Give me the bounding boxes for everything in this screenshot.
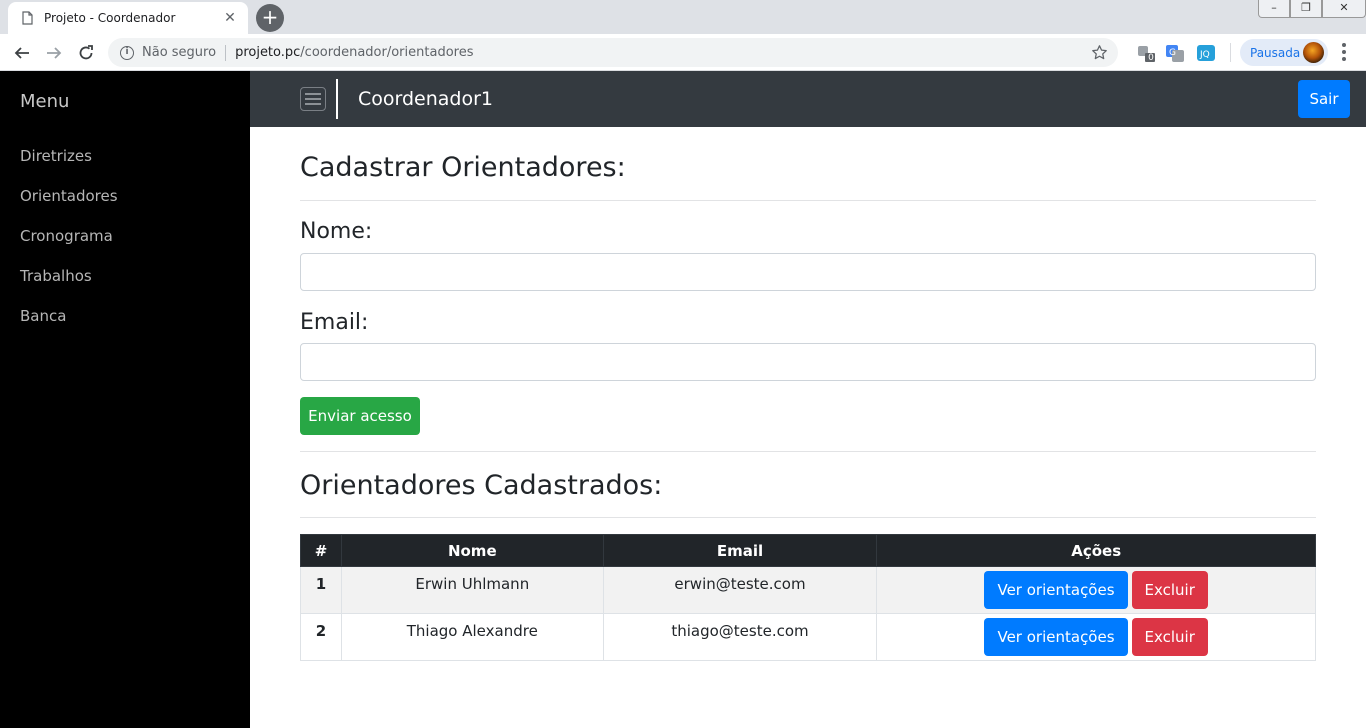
- send-access-button[interactable]: Enviar acesso: [300, 397, 420, 435]
- translate-icon[interactable]: G: [1165, 43, 1185, 63]
- bookmark-star-icon[interactable]: [1091, 44, 1108, 65]
- address-divider: [225, 44, 227, 61]
- url-text: projeto.pc/coordenador/orientadores: [235, 45, 473, 60]
- name-input[interactable]: [300, 253, 1316, 291]
- menu-toggle-button[interactable]: [300, 87, 326, 111]
- row-name: Thiago Alexandre: [340, 613, 604, 661]
- security-label: Não seguro: [142, 45, 217, 60]
- list-title: Orientadores Cadastrados:: [300, 470, 663, 501]
- browser-toolbar: i Não seguro projeto.pc/coordenador/orie…: [0, 34, 1366, 71]
- forward-button[interactable]: [41, 40, 67, 66]
- row-name: Erwin Uhlmann: [340, 566, 604, 614]
- form-title-divider: [300, 200, 1316, 201]
- list-title-divider: [300, 517, 1316, 518]
- email-label: Email:: [300, 310, 369, 335]
- row-index: 2: [300, 613, 342, 661]
- url-host: projeto.pc: [235, 45, 301, 60]
- section-divider: [300, 451, 1316, 452]
- back-button[interactable]: [9, 40, 35, 66]
- toolbar-divider: [1230, 43, 1231, 62]
- row-actions: Ver orientações Excluir: [876, 613, 1316, 661]
- row-index: 1: [300, 566, 342, 614]
- close-tab-icon[interactable]: ✕: [222, 10, 238, 26]
- svg-text:G: G: [1169, 48, 1176, 58]
- new-tab-button[interactable]: +: [256, 4, 284, 32]
- delete-button[interactable]: Excluir: [1131, 618, 1208, 656]
- sidebar-item-cronograma[interactable]: Cronograma: [20, 226, 118, 266]
- window-controls: – ❐ ✕: [1258, 0, 1366, 18]
- user-name: Coordenador1: [358, 88, 494, 110]
- reload-button[interactable]: [73, 40, 99, 66]
- column-header-actions: Ações: [876, 534, 1316, 567]
- sidebar-nav: Diretrizes Orientadores Cronograma Traba…: [20, 146, 118, 346]
- logout-button[interactable]: Sair: [1298, 80, 1350, 118]
- arrow-right-icon: [47, 47, 62, 59]
- browser-tabstrip: Projeto - Coordenador ✕ + – ❐ ✕: [0, 0, 1366, 34]
- name-label: Nome:: [300, 219, 373, 244]
- row-email: thiago@teste.com: [602, 613, 878, 661]
- sidebar-item-orientadores[interactable]: Orientadores: [20, 186, 118, 226]
- navbar-divider: [336, 79, 338, 119]
- email-input[interactable]: [300, 343, 1316, 381]
- row-actions: Ver orientações Excluir: [876, 566, 1316, 614]
- table-row: 2 Thiago Alexandre thiago@teste.com Ver …: [300, 613, 1316, 661]
- sidebar-heading: Menu: [20, 91, 70, 112]
- delete-button[interactable]: Excluir: [1131, 571, 1208, 609]
- restore-icon[interactable]: ❐: [1290, 0, 1322, 18]
- extension-badge: 0: [1148, 53, 1154, 63]
- tab-title: Projeto - Coordenador: [44, 11, 176, 25]
- sidebar: Menu Diretrizes Orientadores Cronograma …: [0, 71, 250, 728]
- view-orientations-button[interactable]: Ver orientações: [984, 571, 1128, 609]
- browser-menu-icon[interactable]: [1338, 42, 1350, 62]
- advisors-table: # Nome Email Ações 1 Erwin Uhlmann erwin…: [300, 534, 1316, 661]
- svg-text:JQ: JQ: [1199, 50, 1210, 60]
- view-orientations-button[interactable]: Ver orientações: [984, 618, 1128, 656]
- info-icon[interactable]: i: [120, 45, 134, 60]
- reload-icon: [79, 45, 93, 60]
- table-row: 1 Erwin Uhlmann erwin@teste.com Ver orie…: [300, 566, 1316, 614]
- url-path: /coordenador/orientadores: [300, 45, 474, 60]
- page-icon: [22, 11, 34, 25]
- top-navbar: Coordenador1 Sair: [250, 71, 1366, 127]
- minimize-icon[interactable]: –: [1258, 0, 1290, 18]
- close-window-icon[interactable]: ✕: [1322, 0, 1366, 18]
- arrow-left-icon: [14, 47, 29, 59]
- column-header-name: Nome: [340, 534, 604, 567]
- address-bar[interactable]: i Não seguro projeto.pc/coordenador/orie…: [108, 38, 1118, 67]
- profile-button[interactable]: Pausada: [1240, 39, 1328, 66]
- row-email: erwin@teste.com: [602, 566, 878, 614]
- table-header-row: # Nome Email Ações: [300, 534, 1316, 567]
- avatar: [1303, 42, 1324, 63]
- profile-label: Pausada: [1250, 45, 1301, 60]
- sidebar-item-trabalhos[interactable]: Trabalhos: [20, 266, 118, 306]
- column-header-index: #: [300, 534, 342, 567]
- column-header-email: Email: [602, 534, 878, 567]
- sidebar-item-banca[interactable]: Banca: [20, 306, 118, 346]
- extension-puzzle-icon[interactable]: 0: [1136, 43, 1156, 63]
- form-title: Cadastrar Orientadores:: [300, 152, 626, 183]
- browser-tab[interactable]: Projeto - Coordenador ✕: [8, 2, 248, 34]
- sidebar-item-diretrizes[interactable]: Diretrizes: [20, 146, 118, 186]
- extension-icon[interactable]: JQ: [1196, 43, 1216, 63]
